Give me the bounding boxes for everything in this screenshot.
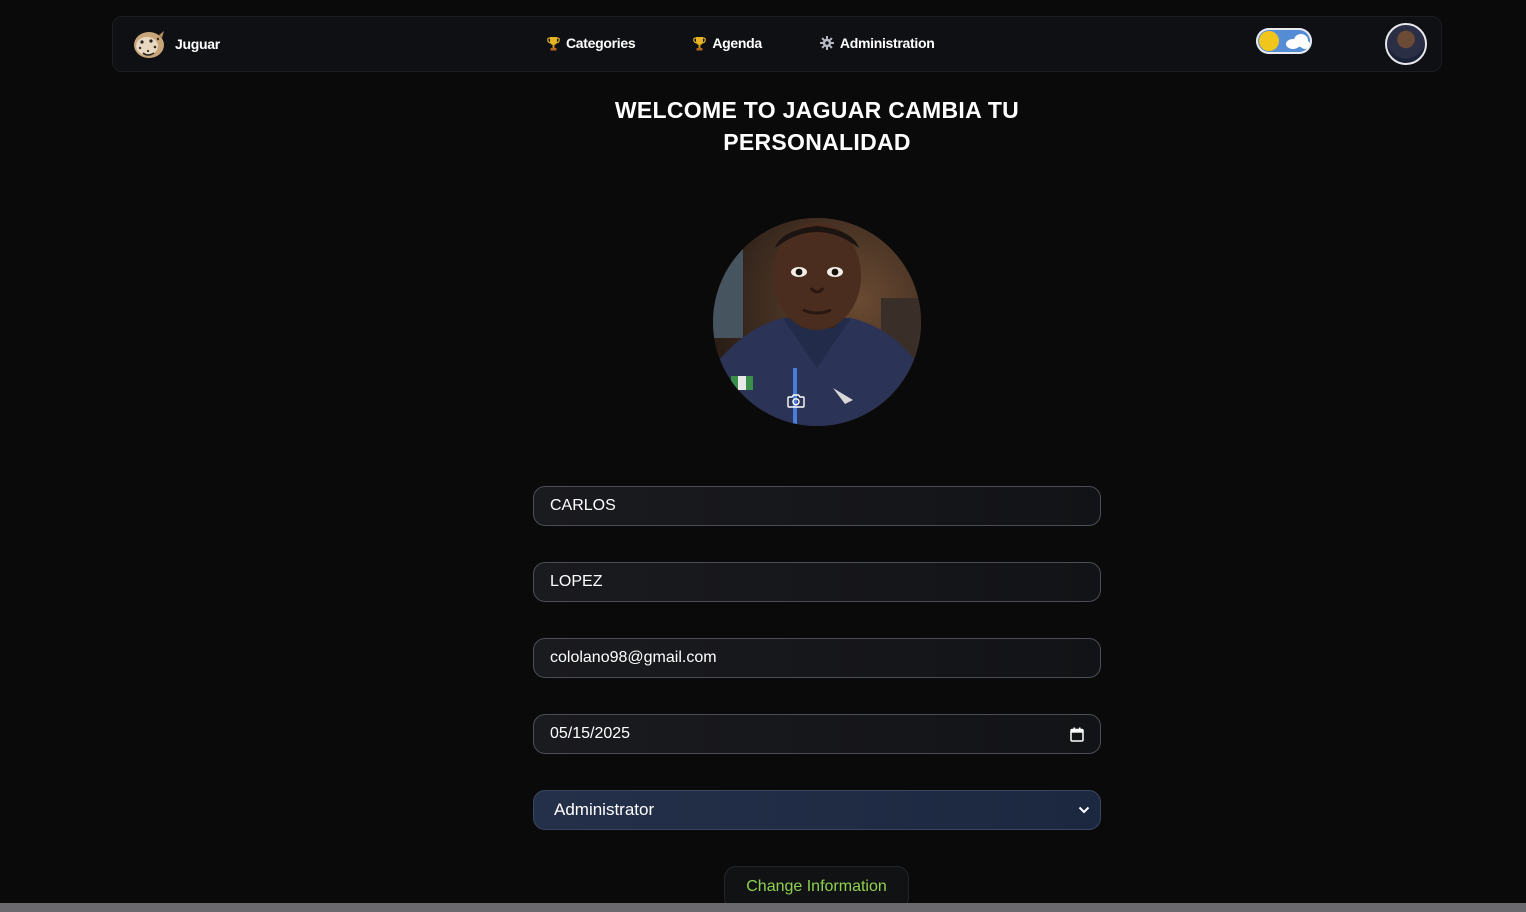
trophy-icon (693, 36, 707, 50)
nav-link-label: Categories (566, 35, 636, 51)
gear-icon (819, 36, 834, 50)
nav-link-label: Administration (839, 35, 935, 51)
profile-photo[interactable] (713, 218, 921, 426)
nav-links: Categories Agenda Administration (547, 35, 935, 51)
theme-toggle[interactable] (1256, 28, 1312, 54)
chevron-down-icon (1078, 806, 1090, 814)
last-name-field[interactable]: LOPEZ (533, 562, 1101, 602)
last-name-value: LOPEZ (550, 573, 603, 590)
first-name-value: CARLOS (550, 497, 616, 514)
brand-link[interactable]: Juguar (131, 27, 220, 61)
sun-icon (1259, 31, 1279, 51)
page-title: WELCOME TO JAGUAR CAMBIA TU PERSONALIDAD (614, 97, 1020, 155)
birth-date-field[interactable]: 05/15/2025 (533, 714, 1101, 754)
page: Juguar Categories Agenda Administration … (0, 0, 1526, 912)
nav-link-label: Agenda (712, 35, 762, 51)
top-navbar: Juguar Categories Agenda Administration (112, 16, 1442, 72)
nav-link-categories[interactable]: Categories (547, 35, 636, 51)
brand-name: Juguar (175, 36, 220, 52)
horizontal-scrollbar[interactable] (0, 903, 1526, 912)
birth-date-value: 05/15/2025 (550, 725, 631, 742)
first-name-field[interactable]: CARLOS (533, 486, 1101, 526)
profile-portrait (713, 218, 921, 426)
change-information-label: Change Information (746, 878, 887, 895)
user-avatar[interactable] (1385, 23, 1427, 65)
email-value: cololano98@gmail.com (550, 649, 717, 666)
camera-icon[interactable] (787, 393, 805, 408)
cloud-icon (1300, 40, 1310, 49)
nav-link-administration[interactable]: Administration (819, 35, 935, 51)
nav-link-agenda[interactable]: Agenda (693, 35, 762, 51)
email-field[interactable]: cololano98@gmail.com (533, 638, 1101, 678)
role-select[interactable]: Administrator (533, 790, 1101, 830)
trophy-icon (547, 36, 560, 50)
jaguar-logo-icon (134, 31, 164, 58)
calendar-icon[interactable] (1070, 727, 1084, 742)
role-selected-value: Administrator (554, 800, 655, 819)
